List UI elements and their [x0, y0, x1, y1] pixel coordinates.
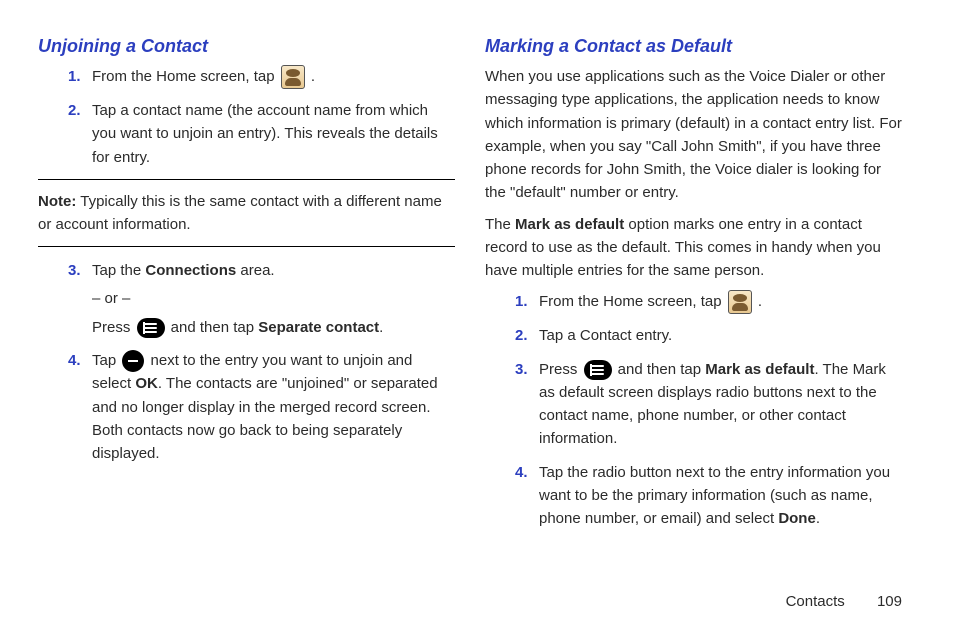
step-text: Tap	[92, 352, 120, 369]
step-text: Tap the	[92, 262, 145, 279]
contacts-icon	[728, 290, 752, 314]
bold-text: Mark as default	[705, 361, 814, 378]
step-item: Tap the Connections area. – or – Press a…	[92, 259, 455, 339]
step-text: Press	[92, 319, 135, 336]
step-text: Tap a contact name (the account name fro…	[92, 102, 438, 166]
footer-page-number: 109	[877, 593, 902, 610]
section-heading-unjoining: Unjoining a Contact	[38, 36, 455, 57]
step-text: Tap a Contact entry.	[539, 327, 672, 344]
step-item: Tap a contact name (the account name fro…	[92, 99, 455, 169]
step-text: and then tap	[167, 319, 259, 336]
bold-text: OK	[135, 375, 158, 392]
paragraph: When you use applications such as the Vo…	[485, 65, 902, 205]
footer-section: Contacts	[786, 593, 845, 610]
paragraph: The Mark as default option marks one ent…	[485, 213, 902, 283]
steps-list-b: Tap the Connections area. – or – Press a…	[38, 259, 455, 465]
step-text: Press	[539, 361, 582, 378]
step-text: and then tap	[614, 361, 706, 378]
bold-text: Done	[778, 510, 816, 527]
contacts-icon	[281, 65, 305, 89]
step-item: From the Home screen, tap .	[539, 290, 902, 314]
step-text: .	[379, 319, 383, 336]
step-item: Tap the radio button next to the entry i…	[539, 461, 902, 531]
step-text: From the Home screen, tap	[92, 68, 279, 85]
menu-icon	[137, 318, 165, 338]
two-column-layout: Unjoining a Contact From the Home screen…	[38, 36, 902, 540]
note-label: Note:	[38, 193, 76, 210]
step-item: Tap a Contact entry.	[539, 324, 902, 347]
note-block: Note: Typically this is the same contact…	[38, 179, 455, 248]
remove-icon	[122, 350, 144, 372]
page-footer: Contacts 109	[786, 593, 902, 610]
step-item: From the Home screen, tap .	[92, 65, 455, 89]
step-text: From the Home screen, tap	[539, 293, 726, 310]
para-text: The	[485, 216, 515, 233]
step-text: .	[311, 68, 315, 85]
step-text: .	[816, 510, 820, 527]
bold-text: Separate contact	[258, 319, 379, 336]
right-column: Marking a Contact as Default When you us…	[485, 36, 902, 540]
menu-icon	[584, 360, 612, 380]
bold-text: Connections	[145, 262, 236, 279]
step-item: Press and then tap Mark as default. The …	[539, 358, 902, 451]
bold-text: Mark as default	[515, 216, 624, 233]
steps-list-a: From the Home screen, tap . Tap a contac…	[38, 65, 455, 169]
or-separator: – or –	[92, 287, 455, 310]
document-page: Unjoining a Contact From the Home screen…	[0, 0, 954, 636]
steps-list: From the Home screen, tap . Tap a Contac…	[485, 290, 902, 530]
note-text: Typically this is the same contact with …	[38, 193, 442, 233]
step-text: .	[754, 293, 762, 310]
left-column: Unjoining a Contact From the Home screen…	[38, 36, 455, 540]
step-text: area.	[236, 262, 274, 279]
step-text: Tap the radio button next to the entry i…	[539, 464, 890, 528]
step-item: Tap next to the entry you want to unjoin…	[92, 349, 455, 465]
section-heading-marking: Marking a Contact as Default	[485, 36, 902, 57]
